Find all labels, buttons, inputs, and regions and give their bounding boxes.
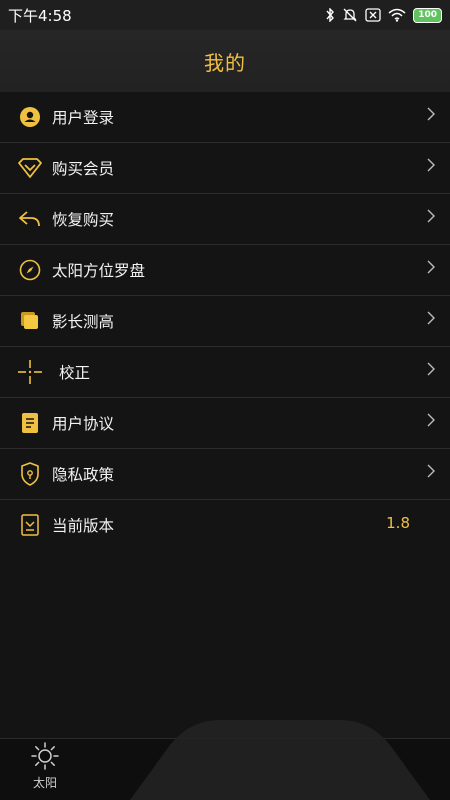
- menu-item-label: 影长测高: [52, 313, 115, 331]
- menu-item-label: 用户登录: [52, 109, 115, 127]
- sim-icon: [365, 8, 381, 22]
- menu-item-label: 恢复购买: [52, 211, 115, 229]
- status-bar: 下午4:58 100: [0, 0, 450, 30]
- user-avatar-icon: [15, 102, 45, 132]
- menu-item-buy-membership[interactable]: 购买会员: [0, 143, 450, 194]
- version-number: 1.8: [386, 514, 410, 532]
- menu-item-label: 隐私政策: [52, 466, 115, 484]
- version-icon: [15, 510, 45, 540]
- chevron-right-icon: [427, 413, 435, 427]
- chevron-right-icon: [427, 209, 435, 223]
- undo-arrow-icon: [15, 204, 45, 234]
- header: 我的: [0, 30, 450, 92]
- chevron-right-icon: [427, 158, 435, 172]
- status-icons: 100: [325, 7, 442, 23]
- page-title: 我的: [204, 50, 246, 75]
- battery-icon: 100: [413, 7, 442, 23]
- tab-label: 太阳: [32, 776, 57, 790]
- menu-item-label: 购买会员: [52, 160, 115, 178]
- chevron-right-icon: [427, 260, 435, 274]
- document-icon: [15, 408, 45, 438]
- sun-icon: [31, 742, 59, 770]
- compass-icon: [15, 255, 45, 285]
- tab-sun[interactable]: 太阳: [20, 741, 70, 799]
- square-icon: [15, 306, 45, 336]
- bluetooth-icon: [326, 8, 335, 22]
- chevron-right-icon: [427, 107, 435, 121]
- menu-list: 用户登录 购买会员 恢复购买 太阳方位罗盘 影长测高 校正 用户协议 隐私政策 …: [0, 92, 450, 551]
- menu-item-label: 当前版本: [52, 517, 115, 535]
- wifi-icon: [388, 8, 406, 22]
- menu-item-sun-compass[interactable]: 太阳方位罗盘: [0, 245, 450, 296]
- menu-item-label: 太阳方位罗盘: [52, 262, 146, 280]
- shield-icon: [15, 459, 45, 489]
- chevron-right-icon: [427, 464, 435, 478]
- diamond-icon: [15, 153, 45, 183]
- menu-item-user-agreement[interactable]: 用户协议: [0, 398, 450, 449]
- empty-area: [0, 548, 450, 738]
- mute-icon: [343, 8, 357, 22]
- chevron-right-icon: [427, 311, 435, 325]
- menu-item-label: 校正: [59, 364, 91, 382]
- menu-item-current-version: 当前版本 1.8: [0, 500, 450, 551]
- menu-item-calibrate[interactable]: 校正: [0, 347, 450, 398]
- menu-item-privacy-policy[interactable]: 隐私政策: [0, 449, 450, 500]
- menu-item-label: 用户协议: [52, 415, 115, 433]
- crosshair-icon: [15, 357, 45, 387]
- menu-item-restore-purchase[interactable]: 恢复购买: [0, 194, 450, 245]
- status-time: 下午4:58: [8, 6, 72, 25]
- tab-bar: 太阳: [0, 738, 450, 800]
- chevron-right-icon: [427, 362, 435, 376]
- menu-item-shadow-height[interactable]: 影长测高: [0, 296, 450, 347]
- menu-item-login[interactable]: 用户登录: [0, 92, 450, 143]
